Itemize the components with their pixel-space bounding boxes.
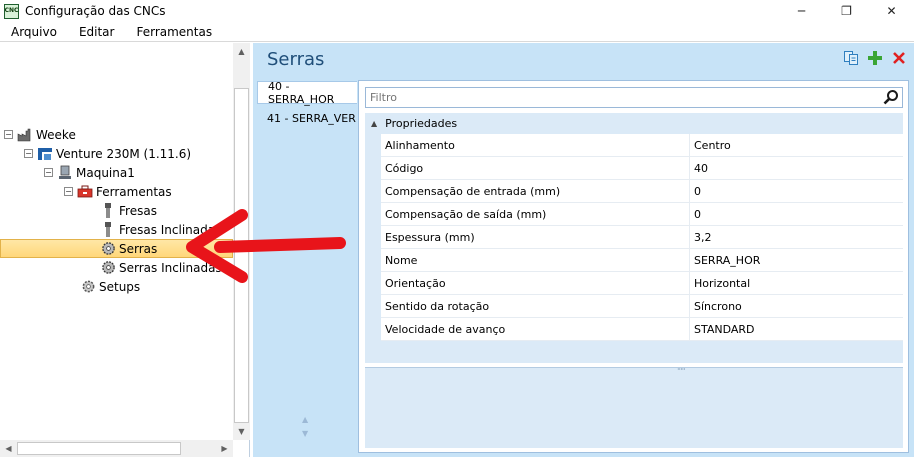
tree-node-serras[interactable]: Serras [100,239,157,258]
drill-bit-icon [100,202,116,219]
search-button[interactable] [882,89,900,107]
list-scroll-down-icon[interactable]: ▼ [302,429,308,438]
add-icon [867,50,883,69]
delete-button[interactable] [890,50,908,68]
annotation-arrow [186,209,346,283]
collapse-icon[interactable]: − [24,149,33,158]
window-title: Configuração das CNCs [25,4,166,18]
maximize-button[interactable]: ❐ [824,0,869,22]
toolbox-icon [77,184,93,200]
property-row-espessura[interactable]: Espessura (mm) 3,2 [381,225,903,249]
property-value[interactable]: SERRA_HOR [690,249,760,272]
content-pane: Serras 40 - SERRA_HOR 41 - SERRA_VER ▲ ▼ [253,43,914,457]
title-bar: CNC Configuração das CNCs ─ ❐ ✕ [0,0,914,22]
property-value[interactable]: 0 [690,180,701,203]
scrollbar-thumb[interactable] [17,442,181,455]
minimize-button[interactable]: ─ [779,0,824,22]
property-name: Velocidade de avanço [381,317,690,341]
saw-blade-icon [100,260,116,276]
property-value[interactable]: 40 [690,157,708,180]
property-value[interactable]: 0 [690,203,701,226]
drill-bit-icon [100,221,116,238]
section-title: Serras [267,49,325,70]
filter-input[interactable] [366,88,871,107]
tree-label: Maquina1 [76,165,135,180]
scroll-up-icon[interactable]: ▲ [233,43,250,60]
property-grid: ▲ Propriedades Alinhamento Centro Código… [365,113,903,363]
filter-box [365,87,903,108]
saw-blade-icon [100,241,116,257]
property-value[interactable]: Centro [690,134,731,157]
property-name: Orientação [381,271,690,295]
collapse-caret-icon[interactable]: ▲ [371,119,377,128]
toolbar [842,50,908,68]
tool-list-item-serra-ver[interactable]: 41 - SERRA_VER [257,107,357,130]
add-button[interactable] [866,50,884,68]
window-controls: ─ ❐ ✕ [779,0,914,22]
category-row[interactable]: ▲ Propriedades [365,113,903,134]
tree-node-maquina1[interactable]: − Maquina1 [44,163,135,182]
menu-ferramentas[interactable]: Ferramentas [125,25,223,39]
property-row-velocidade-avanco[interactable]: Velocidade de avanço STANDARD [381,317,903,341]
property-name: Código [381,156,690,180]
tool-list-item-serra-hor[interactable]: 40 - SERRA_HOR [257,80,357,106]
property-value[interactable]: Horizontal [690,272,750,295]
scroll-left-icon[interactable]: ◀ [0,440,17,457]
tree-label: Setups [99,279,141,294]
property-row-orientacao[interactable]: Orientação Horizontal [381,271,903,295]
menu-arquivo[interactable]: Arquivo [0,25,68,39]
tree-label: Venture 230M (1.11.6) [56,146,192,161]
tree-node-ferramentas[interactable]: − Ferramentas [64,182,172,201]
category-label: Propriedades [385,117,458,130]
menu-editar[interactable]: Editar [68,25,126,39]
delete-icon [892,51,906,68]
list-scroll-up-icon[interactable]: ▲ [302,415,308,424]
scroll-right-icon[interactable]: ▶ [216,440,233,457]
property-name: Nome [381,248,690,272]
property-name: Alinhamento [381,133,690,157]
property-value[interactable]: Síncrono [690,295,742,318]
tree-label: Ferramentas [96,184,172,199]
app-icon: CNC [4,3,19,19]
tree-label: Fresas [119,203,157,218]
factory-icon [17,127,33,143]
close-button[interactable]: ✕ [869,0,914,22]
scroll-down-icon[interactable]: ▼ [233,423,250,440]
collapse-icon[interactable]: − [44,168,53,177]
copy-button[interactable] [842,50,860,68]
property-row-sentido-rotacao[interactable]: Sentido da rotação Síncrono [381,294,903,318]
machine-unit-icon [57,165,73,181]
tree-label: Weeke [36,127,76,142]
description-area [365,372,903,448]
tree-node-setups[interactable]: Setups [80,277,140,296]
tree-horizontal-scrollbar[interactable]: ◀ ▶ [0,440,233,457]
tree-node-weeke[interactable]: − Weeke [4,125,76,144]
tree-node-fresas[interactable]: Fresas [100,201,157,220]
property-row-compensacao-saida[interactable]: Compensação de saída (mm) 0 [381,202,903,226]
tree-label: Serras [119,241,158,256]
property-row-alinhamento[interactable]: Alinhamento Centro [381,133,903,157]
collapse-icon[interactable]: − [4,130,13,139]
search-icon [883,89,899,108]
property-value[interactable]: 3,2 [690,226,712,249]
collapse-icon[interactable]: − [64,187,73,196]
machine-icon [37,146,53,162]
property-name: Espessura (mm) [381,225,690,249]
property-value[interactable]: STANDARD [690,318,755,341]
property-name: Compensação de entrada (mm) [381,179,690,203]
tree-node-venture[interactable]: − Venture 230M (1.11.6) [24,144,191,163]
menu-bar: Arquivo Editar Ferramentas [0,22,914,42]
property-name: Compensação de saída (mm) [381,202,690,226]
property-name: Sentido da rotação [381,294,690,318]
gear-icon [80,279,96,295]
copy-icon [843,50,859,69]
property-row-nome[interactable]: Nome SERRA_HOR [381,248,903,272]
properties-panel: ▲ Propriedades Alinhamento Centro Código… [358,80,909,453]
property-row-codigo[interactable]: Código 40 [381,156,903,180]
property-row-compensacao-entrada[interactable]: Compensação de entrada (mm) 0 [381,179,903,203]
